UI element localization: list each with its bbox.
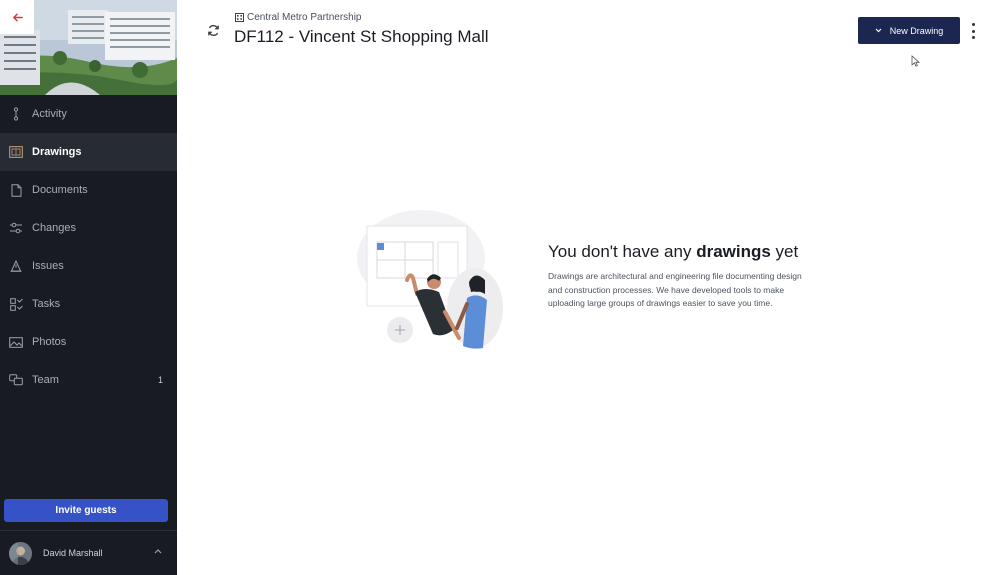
tasks-icon	[9, 297, 23, 311]
sidebar-item-label: Activity	[32, 108, 67, 120]
arrow-left-icon	[12, 13, 23, 21]
org-name[interactable]: Central Metro Partnership	[247, 12, 362, 23]
drawings-icon	[9, 145, 23, 159]
changes-icon	[9, 221, 23, 235]
building-icon	[235, 13, 244, 22]
team-icon	[9, 373, 23, 387]
photos-icon	[9, 335, 23, 349]
chevron-down-icon	[875, 28, 882, 33]
invite-guests-button[interactable]: Invite guests	[4, 499, 168, 522]
page-title: DF112 - Vincent St Shopping Mall	[234, 27, 489, 46]
app-root: Activity Drawings Documents Changes Issu…	[0, 0, 1000, 575]
sidebar-item-changes[interactable]: Changes	[0, 209, 177, 247]
sidebar-item-documents[interactable]: Documents	[0, 171, 177, 209]
user-menu[interactable]: David Marshall	[0, 531, 177, 575]
sidebar-item-issues[interactable]: Issues	[0, 247, 177, 285]
empty-title-bold: drawings	[696, 242, 771, 261]
more-options-icon[interactable]	[966, 23, 980, 39]
activity-icon	[9, 107, 23, 121]
team-count-badge: 1	[157, 375, 163, 385]
sidebar-item-label: Photos	[32, 336, 67, 348]
sidebar-item-drawings[interactable]: Drawings	[0, 133, 177, 171]
breadcrumb: Central Metro Partnership	[235, 12, 362, 23]
empty-title-prefix: You don't have any	[548, 242, 697, 261]
sidebar-item-photos[interactable]: Photos	[0, 323, 177, 361]
new-drawing-label: New Drawing	[889, 25, 944, 36]
avatar	[9, 541, 32, 565]
mouse-cursor-icon	[911, 55, 920, 67]
user-name: David Marshall	[43, 548, 103, 558]
new-drawing-button[interactable]: New Drawing	[858, 17, 960, 44]
empty-title-suffix: yet	[770, 242, 799, 261]
sidebar-nav: Activity Drawings Documents Changes Issu…	[0, 95, 177, 399]
empty-drawings-illustration	[357, 210, 503, 349]
sidebar-item-label: Changes	[32, 222, 77, 234]
issues-icon	[9, 259, 23, 273]
sidebar-item-activity[interactable]: Activity	[0, 95, 177, 133]
chevron-up-icon	[154, 549, 162, 554]
sidebar-item-team[interactable]: Team 1	[0, 361, 177, 399]
empty-state-description: Drawings are architectural and engineeri…	[548, 271, 802, 308]
sidebar-item-tasks[interactable]: Tasks	[0, 285, 177, 323]
sidebar-item-label: Issues	[32, 260, 64, 272]
document-icon	[9, 183, 23, 197]
back-button[interactable]	[0, 0, 34, 34]
sidebar-item-label: Documents	[32, 184, 88, 196]
sidebar-item-label: Tasks	[32, 298, 61, 310]
empty-state-title: You don't have any drawings yet	[548, 242, 798, 262]
sidebar-item-label: Drawings	[32, 146, 82, 158]
sidebar-item-label: Team	[32, 374, 59, 386]
refresh-icon[interactable]	[207, 24, 220, 37]
sidebar: Activity Drawings Documents Changes Issu…	[0, 0, 177, 575]
